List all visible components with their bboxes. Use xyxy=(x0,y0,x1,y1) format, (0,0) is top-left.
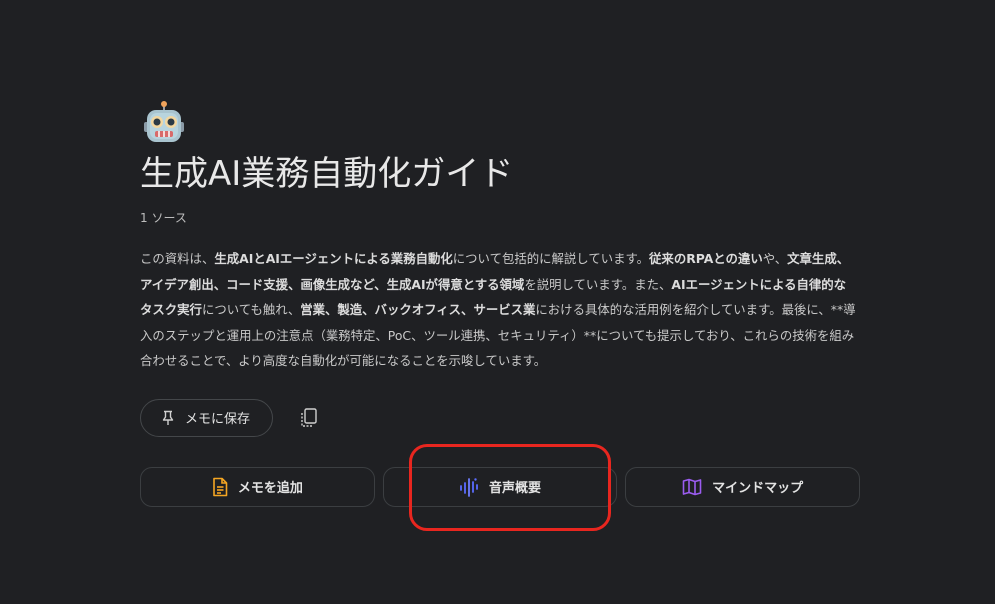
add-memo-button[interactable]: メモを追加 xyxy=(140,466,375,507)
audio-waveform-icon xyxy=(460,477,478,497)
notebook-guide-page: 生成AI業務自動化ガイド 1 ソース この資料は、生成AIとAIエージェントによ… xyxy=(0,0,995,604)
summary-text-segment: についても触れ、 xyxy=(201,302,301,317)
audio-overview-label: 音声概要 xyxy=(489,481,542,496)
pin-icon xyxy=(162,410,174,425)
copy-button[interactable] xyxy=(297,406,321,430)
add-memo-label: メモを追加 xyxy=(237,481,303,496)
summary-text-segment: について包括的に解説しています。 xyxy=(452,251,650,266)
summary-bold-segment: 営業、製造、バックオフィス、サービス業 xyxy=(300,302,536,317)
map-icon xyxy=(682,478,702,495)
summary-bold-segment: 従来のRPAとの違い xyxy=(649,251,763,266)
memo-icon xyxy=(213,477,228,496)
save-to-memo-button[interactable]: メモに保存 xyxy=(140,398,274,437)
audio-overview-button[interactable]: 音声概要 xyxy=(382,466,618,507)
notebook-overview: 生成AI業務自動化ガイド 1 ソース この資料は、生成AIとAIエージェントによ… xyxy=(140,100,861,507)
summary-text-segment: や、 xyxy=(762,251,788,266)
source-count: 1 ソース xyxy=(140,211,187,225)
mind-map-label: マインドマップ xyxy=(712,481,804,496)
copy-icon xyxy=(301,407,317,427)
notebook-title: 生成AI業務自動化ガイド xyxy=(140,154,514,194)
mind-map-button[interactable]: マインドマップ xyxy=(625,466,861,507)
robot-face-icon xyxy=(144,101,184,142)
summary-text-segment: この資料は、 xyxy=(140,251,215,266)
summary-text-segment: を説明しています。また、 xyxy=(524,276,672,292)
save-to-memo-label: メモに保存 xyxy=(185,412,251,427)
notebook-summary: この資料は、生成AIとAIエージェントによる業務自動化について包括的に解説してい… xyxy=(140,246,856,374)
summary-bold-segment: 生成AIとAIエージェントによる業務自動化 xyxy=(214,251,453,266)
